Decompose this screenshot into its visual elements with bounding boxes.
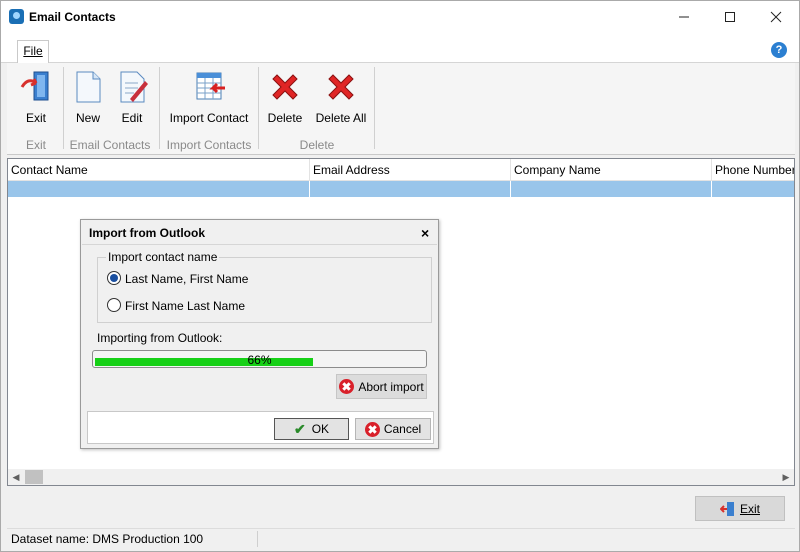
import-contact-label: Import Contact [169, 111, 249, 125]
minimize-icon [679, 16, 689, 18]
new-button[interactable]: New [67, 65, 109, 125]
ok-button[interactable]: ✔ OK [274, 418, 349, 440]
table-cell[interactable] [511, 181, 712, 197]
window-title: Email Contacts [29, 10, 116, 24]
ribbon-separator [374, 67, 375, 149]
cancel-circle-icon [339, 379, 355, 394]
new-label: New [75, 111, 100, 125]
divider [257, 531, 258, 547]
cancel-circle-icon [364, 421, 380, 437]
new-document-icon [76, 71, 101, 103]
dialog-button-bar: ✔ OK Cancel [87, 411, 434, 444]
door-exit-icon [719, 501, 734, 516]
import-contact-button[interactable]: Import Contact [165, 65, 253, 125]
minimize-button[interactable] [661, 1, 707, 33]
table-row[interactable] [8, 181, 794, 197]
abort-import-label: Abort import [358, 379, 424, 394]
red-x-icon [328, 74, 354, 100]
exit-ribbon-label: Exit [25, 111, 46, 125]
cancel-button[interactable]: Cancel [355, 418, 431, 440]
column-header-email-address[interactable]: Email Address [310, 159, 511, 181]
door-exit-icon [20, 71, 49, 101]
progress-text: 66% [247, 353, 272, 367]
red-x-icon [272, 74, 298, 100]
maximize-button[interactable] [707, 1, 753, 33]
dataset-status: Dataset name: DMS Production 100 [11, 532, 204, 546]
divider [82, 244, 437, 245]
ok-label: OK [311, 422, 330, 436]
scroll-left-icon[interactable]: ◀ [8, 469, 24, 485]
checkmark-icon: ✔ [293, 420, 306, 437]
cancel-label: Cancel [383, 422, 422, 436]
status-bar: Dataset name: DMS Production 100 [7, 528, 795, 548]
table-cell[interactable] [310, 181, 511, 197]
radio-first-last[interactable] [107, 298, 121, 312]
group-label-delete: Delete [299, 138, 335, 152]
maximize-icon [725, 12, 735, 22]
table-cell[interactable] [712, 181, 794, 197]
grid-header: Contact Name Email Address Company Name … [8, 159, 794, 181]
edit-label: Edit [121, 111, 143, 125]
title-bar: Email Contacts [1, 1, 799, 33]
ribbon-separator [159, 67, 160, 149]
abort-import-button[interactable]: Abort import [336, 374, 427, 399]
edit-document-icon [120, 71, 148, 103]
tab-file-label: File [23, 44, 43, 58]
radio-last-first-label[interactable]: Last Name, First Name [125, 272, 248, 286]
group-label-email-contacts: Email Contacts [69, 138, 151, 152]
ribbon: Exit Exit New Edit Email Contacts Import… [7, 63, 795, 155]
app-icon [9, 9, 24, 24]
dialog-close-icon[interactable]: × [421, 225, 429, 241]
exit-ribbon-button[interactable]: Exit [11, 65, 61, 125]
ribbon-separator [258, 67, 259, 149]
column-header-contact-name[interactable]: Contact Name [8, 159, 310, 181]
email-contacts-window: Email Contacts File ? Exit Exit New Edit… [0, 0, 800, 552]
close-button[interactable] [753, 1, 799, 33]
column-header-company-name[interactable]: Company Name [511, 159, 712, 181]
close-icon [770, 11, 782, 23]
ribbon-separator [63, 67, 64, 149]
delete-all-label: Delete All [315, 111, 367, 125]
scroll-right-icon[interactable]: ▶ [778, 469, 794, 485]
delete-label: Delete [267, 111, 303, 125]
group-label-import-contacts: Import Contacts [166, 138, 252, 152]
import-table-icon [196, 72, 225, 100]
column-header-phone-number[interactable]: Phone Number [712, 159, 794, 181]
radio-last-first[interactable] [107, 271, 121, 285]
radio-first-last-label[interactable]: First Name Last Name [125, 299, 245, 313]
horizontal-scrollbar[interactable]: ◀ ▶ [8, 469, 794, 485]
dialog-title: Import from Outlook [89, 226, 205, 240]
table-cell[interactable] [8, 181, 310, 197]
exit-label: Exit [739, 501, 760, 516]
group-label-exit: Exit [25, 138, 46, 152]
exit-button[interactable]: Exit [695, 496, 785, 521]
group-legend: Import contact name [106, 250, 220, 264]
import-from-outlook-dialog: Import from Outlook × Import contact nam… [80, 219, 439, 449]
tab-file[interactable]: File [17, 40, 49, 63]
scrollbar-thumb[interactable] [25, 470, 43, 484]
help-icon[interactable]: ? [771, 42, 787, 58]
delete-button[interactable]: Delete [263, 65, 307, 125]
ribbon-tab-bar: File ? [1, 33, 799, 63]
edit-button[interactable]: Edit [111, 65, 153, 125]
import-progress-bar: 66% [92, 350, 427, 368]
importing-label: Importing from Outlook: [97, 331, 223, 345]
delete-all-button[interactable]: Delete All [311, 65, 371, 125]
import-contact-name-group: Import contact name Last Name, First Nam… [97, 250, 432, 323]
